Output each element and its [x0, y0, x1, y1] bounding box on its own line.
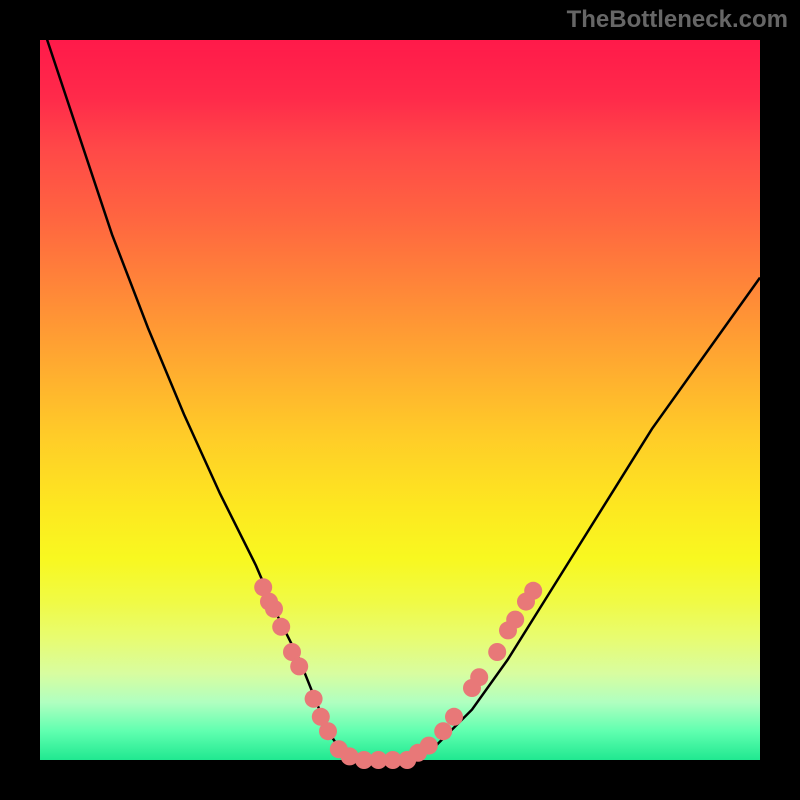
chart-svg: [40, 40, 760, 760]
data-marker: [488, 643, 506, 661]
data-marker: [305, 690, 323, 708]
data-marker: [445, 708, 463, 726]
data-marker: [265, 600, 283, 618]
data-marker: [319, 722, 337, 740]
data-marker: [420, 737, 438, 755]
data-marker: [524, 582, 542, 600]
data-marker: [470, 668, 488, 686]
data-marker: [506, 611, 524, 629]
plot-area: [40, 40, 760, 760]
watermark-text: TheBottleneck.com: [567, 6, 788, 34]
chart-container: TheBottleneck.com: [0, 0, 800, 800]
data-marker: [290, 657, 308, 675]
data-marker: [434, 722, 452, 740]
curve-line: [40, 18, 760, 760]
data-marker: [272, 618, 290, 636]
